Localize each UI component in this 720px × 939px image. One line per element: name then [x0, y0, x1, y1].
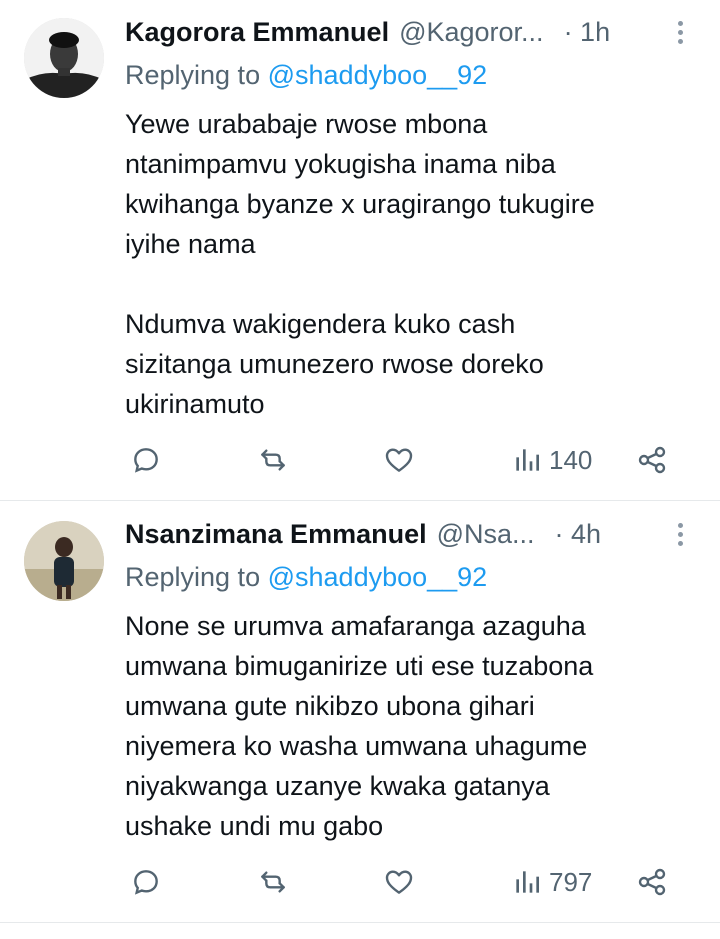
tweet-text-line: niyakwanga uzanye kwaka gatanya	[125, 771, 550, 801]
avatar[interactable]	[24, 18, 104, 98]
retweet-icon	[261, 871, 285, 893]
mention-link[interactable]: @shaddyboo__92	[268, 60, 488, 90]
tweet-text-line: ukirinamuto	[125, 389, 265, 419]
like-button[interactable]	[383, 862, 415, 902]
more-vertical-icon[interactable]	[670, 15, 690, 49]
tweet-actions: 140	[0, 440, 720, 480]
author-name[interactable]: Kagorora Emmanuel	[125, 17, 389, 48]
tweet-text-line: ushake undi mu gabo	[125, 811, 384, 841]
share-icon	[638, 446, 666, 474]
views-button[interactable]: 797	[511, 862, 592, 902]
replying-to: Replying to @shaddyboo__92	[125, 60, 487, 91]
views-count: 797	[549, 866, 593, 897]
share-icon	[638, 868, 666, 896]
tweet-text-line: sizitanga umunezero rwose doreko	[125, 349, 544, 379]
author-name[interactable]: Nsanzimana Emmanuel	[125, 519, 427, 550]
share-button[interactable]	[636, 440, 668, 480]
author-handle[interactable]: @Kagoror...	[399, 17, 543, 48]
tweet-text-line: Yewe urababaje rwose mbona	[125, 109, 488, 139]
mention-link[interactable]: @shaddyboo__92	[268, 562, 488, 592]
replying-to: Replying to @shaddyboo__92	[125, 562, 487, 593]
speech-bubble-icon	[134, 870, 158, 895]
replying-prefix: Replying to	[125, 562, 261, 592]
tweet-actions: 797	[0, 862, 720, 902]
share-button[interactable]	[636, 862, 668, 902]
bar-chart-icon	[516, 449, 539, 471]
heart-icon	[385, 870, 413, 894]
tweet-text-line: None se urumva amafaranga azaguha	[125, 611, 586, 641]
author-handle[interactable]: @Nsa...	[437, 519, 535, 550]
avatar[interactable]	[24, 521, 104, 601]
divider	[0, 922, 720, 923]
heart-icon	[385, 448, 413, 472]
retweet-button[interactable]	[257, 862, 289, 902]
tweet-header: Kagorora Emmanuel @Kagoror... · 1h	[125, 15, 690, 49]
tweet-text-line: umwana bimuganirize uti ese tuzabona	[125, 651, 594, 681]
reply-button[interactable]	[130, 440, 162, 480]
retweet-icon	[261, 449, 285, 471]
timestamp[interactable]: · 1h	[564, 17, 611, 48]
bar-chart-icon	[516, 871, 539, 893]
replying-prefix: Replying to	[125, 60, 261, 90]
tweet-text-line: kwihanga byanze x uragirango tukugire	[125, 189, 595, 219]
tweet-text: Yewe urababaje rwose mbona ntanimpamvu y…	[125, 104, 695, 424]
tweet-text-line: niyemera ko washa umwana uhagume	[125, 731, 588, 761]
tweet-text-line: Ndumva wakigendera kuko cash	[125, 309, 516, 339]
like-button[interactable]	[383, 440, 415, 480]
tweet-header: Nsanzimana Emmanuel @Nsa... · 4h	[125, 517, 690, 551]
reply-button[interactable]	[130, 862, 162, 902]
tweet-text-line: ntanimpamvu yokugisha inama niba	[125, 149, 556, 179]
retweet-button[interactable]	[257, 440, 289, 480]
tweet-text-line: umwana gute nikibzo ubona gihari	[125, 691, 535, 721]
views-count: 140	[549, 444, 593, 475]
views-button[interactable]: 140	[511, 440, 592, 480]
tweet-text: None se urumva amafaranga azaguha umwana…	[125, 606, 695, 846]
timestamp[interactable]: · 4h	[555, 519, 602, 550]
more-vertical-icon[interactable]	[670, 517, 690, 551]
tweet-text-line: iyihe nama	[125, 229, 256, 259]
speech-bubble-icon	[134, 448, 158, 473]
